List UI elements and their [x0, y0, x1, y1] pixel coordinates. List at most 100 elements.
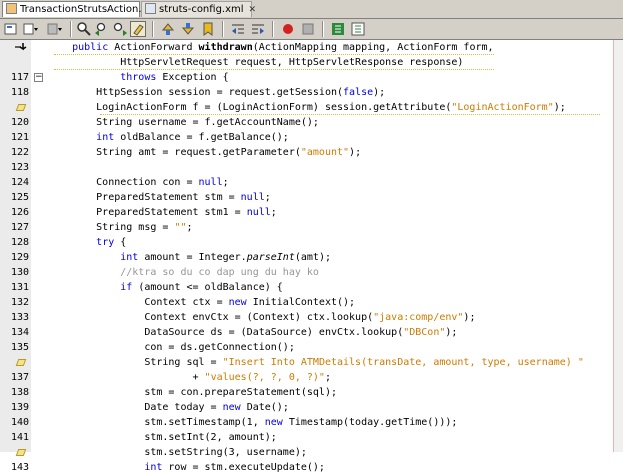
code-token: ; — [186, 222, 193, 233]
code-token: Exception { — [156, 72, 229, 83]
line-number: 117 — [10, 72, 29, 83]
tab-transaction-struts-action[interactable]: TransactionStrutsAction.java✕ — [2, 1, 175, 17]
code-line[interactable]: 122 String amt = request.getParameter("a… — [0, 145, 623, 160]
code-token: new — [228, 297, 247, 308]
previous-bookmark-icon[interactable] — [160, 21, 176, 37]
code-line[interactable]: 128 try { — [0, 235, 623, 250]
code-token: stm = con.prepareStatement(sql); — [48, 387, 337, 398]
code-line[interactable]: 137 + "values(?, ?, 0, ?)"; — [0, 370, 623, 385]
code-token: ); — [463, 312, 476, 323]
code-line[interactable]: 135 con = ds.getConnection(); — [0, 340, 623, 355]
code-token: "java:comp/env" — [373, 312, 464, 323]
code-text: int amount = Integer.parseInt(amt); — [48, 250, 331, 265]
code-token: PreparedStatement stm1 = — [48, 207, 247, 218]
close-icon[interactable]: ✕ — [249, 2, 257, 18]
toggle-bookmark-alt-icon[interactable] — [200, 21, 216, 37]
vertical-scrollbar[interactable] — [614, 40, 623, 452]
code-token: "DBCon" — [403, 327, 446, 338]
code-token: HttpSession session = request.getSession… — [48, 87, 344, 98]
back-dropdown-icon[interactable] — [47, 21, 63, 37]
code-token: stm.setInt(2, amount); — [48, 432, 277, 443]
line-number: 143 — [10, 462, 29, 473]
editor-toolbar — [0, 19, 623, 40]
code-token: con = ds.getConnection(); — [48, 342, 295, 353]
code-token: { — [114, 237, 127, 248]
code-token: false — [343, 87, 374, 98]
code-text: //ktra so du co dap ung du hay ko — [48, 265, 319, 280]
code-text: int row = stm.executeUpdate(); — [48, 460, 325, 475]
code-line[interactable]: 126 PreparedStatement stm1 = null; — [0, 205, 623, 220]
code-token: stm.setString(3, username); — [48, 447, 307, 458]
code-text: Context ctx = new InitialContext(); — [48, 295, 355, 310]
code-line[interactable]: 132 Context ctx = new InitialContext(); — [0, 295, 623, 310]
code-line[interactable]: 125 PreparedStatement stm = null; — [0, 190, 623, 205]
code-token: DataSource ds = (DataSource) envCtx.look… — [48, 327, 404, 338]
uncomment-icon[interactable] — [350, 21, 366, 37]
code-line[interactable]: 138 stm = con.prepareStatement(sql); — [0, 385, 623, 400]
line-number: 134 — [10, 327, 29, 338]
next-bookmark-icon[interactable] — [180, 21, 196, 37]
tab-struts-config[interactable]: struts-config.xml ✕ — [141, 1, 256, 17]
code-token: (ActionMapping mapping, ActionForm form, — [252, 42, 494, 53]
code-line[interactable]: 139 Date today = new Date(); — [0, 400, 623, 415]
code-token: String msg = — [48, 222, 175, 233]
line-number: 122 — [10, 147, 29, 158]
code-token: String sql = — [48, 357, 223, 368]
code-line[interactable]: 133 Context envCtx = (Context) ctx.looku… — [0, 310, 623, 325]
code-line[interactable]: 127 String msg = ""; — [0, 220, 623, 235]
code-line[interactable]: 120 String username = f.getAccountName()… — [0, 115, 623, 130]
comment-icon[interactable] — [330, 21, 346, 37]
code-line[interactable]: 141 stm.setInt(2, amount); — [0, 430, 623, 445]
fold-minus-icon[interactable]: − — [34, 73, 43, 82]
code-text: DataSource ds = (DataSource) envCtx.look… — [48, 325, 457, 340]
find-next-icon[interactable] — [112, 21, 128, 37]
code-line[interactable]: 129 int amount = Integer.parseInt(amt); — [0, 250, 623, 265]
code-line[interactable]: 121 int oldBalance = f.getBalance(); — [0, 130, 623, 145]
find-previous-icon[interactable] — [94, 21, 110, 37]
code-line[interactable]: 130 //ktra so du co dap ung du hay ko — [0, 265, 623, 280]
shift-right-icon[interactable] — [250, 21, 266, 37]
code-token: ); — [373, 87, 386, 98]
code-token: Timestamp(today.getTime())); — [282, 417, 458, 428]
code-token: ; — [222, 177, 229, 188]
code-token: ; — [270, 207, 277, 218]
find-icon[interactable] — [76, 21, 92, 37]
start-macro-icon[interactable] — [280, 21, 296, 37]
xml-file-icon — [145, 3, 156, 14]
code-line[interactable]: 140 stm.setTimestamp(1, new Timestamp(to… — [0, 415, 623, 430]
code-line[interactable]: 143 int row = stm.executeUpdate(); — [0, 460, 623, 475]
code-line[interactable]: 117− throws Exception { — [0, 70, 623, 85]
hint-icon[interactable] — [15, 359, 27, 366]
code-line[interactable]: stm.setString(3, username); — [0, 445, 623, 460]
code-text: PreparedStatement stm = null; — [48, 190, 271, 205]
line-number: 123 — [10, 162, 29, 173]
code-token: + — [48, 372, 205, 383]
code-line[interactable]: 118 HttpSession session = request.getSes… — [0, 85, 623, 100]
code-token: (amount <= oldBalance) { — [132, 282, 283, 293]
code-line[interactable]: 134 DataSource ds = (DataSource) envCtx.… — [0, 325, 623, 340]
code-token: (amt); — [294, 252, 331, 263]
code-token: new — [222, 402, 241, 413]
hint-icon[interactable] — [15, 104, 27, 111]
code-token: oldBalance = f.getBalance(); — [114, 132, 289, 143]
line-number: 127 — [10, 222, 29, 233]
history-dropdown-icon[interactable] — [23, 21, 39, 37]
line-number: 130 — [10, 267, 29, 278]
code-line[interactable]: 124 Connection con = null; — [0, 175, 623, 190]
code-token: null — [198, 177, 223, 188]
code-token: LoginActionForm f = (LoginActionForm) se… — [48, 102, 452, 113]
code-line[interactable]: 123 — [0, 160, 623, 175]
stop-macro-icon[interactable] — [300, 21, 316, 37]
shift-left-icon[interactable] — [230, 21, 246, 37]
code-text: Date today = new Date(); — [48, 400, 289, 415]
code-text: String sql = "Insert Into ATMDetails(tra… — [48, 355, 584, 370]
code-editor[interactable]: public ActionForward withdrawn(ActionMap… — [0, 40, 623, 473]
code-line[interactable]: 131 if (amount <= oldBalance) { — [0, 280, 623, 295]
hint-icon[interactable] — [15, 449, 27, 456]
code-line[interactable]: String sql = "Insert Into ATMDetails(tra… — [0, 355, 623, 370]
toggle-bookmark-icon[interactable] — [3, 21, 19, 37]
toggle-highlight-icon[interactable] — [130, 21, 146, 37]
code-token: //ktra so du co dap ung du hay ko — [48, 267, 319, 278]
code-text: throws Exception { — [48, 70, 229, 85]
